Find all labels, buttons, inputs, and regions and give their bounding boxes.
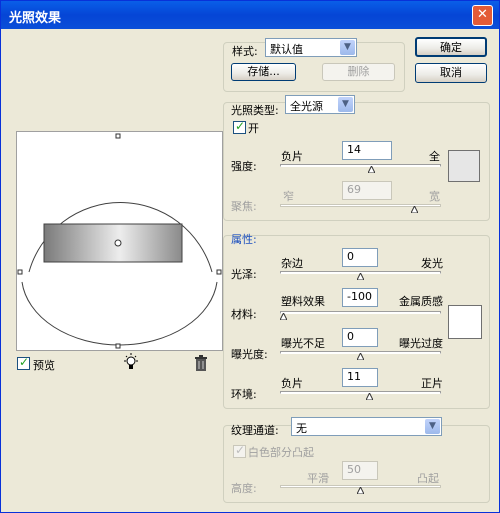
- light-type-value: 全光源: [290, 100, 323, 113]
- texture-channel-value: 无: [296, 422, 307, 435]
- ok-button[interactable]: 确定: [415, 37, 487, 57]
- light-handle-left: [17, 269, 23, 275]
- exposure-label: 曝光度:: [231, 348, 268, 361]
- white-is-high-checkbox[interactable]: [233, 443, 246, 458]
- delete-style-button[interactable]: 删除: [322, 63, 395, 81]
- material-slider-track[interactable]: [280, 311, 441, 314]
- exposure-min-label: 曝光不足: [281, 337, 325, 350]
- material-min-label: 塑料效果: [281, 295, 325, 308]
- light-handle-bottom: [115, 343, 121, 349]
- slider-thumb[interactable]: [410, 206, 418, 213]
- style-label: 样式:: [232, 45, 258, 58]
- image-preview-rect: [43, 223, 183, 263]
- exposure-input[interactable]: 0: [342, 328, 378, 347]
- delete-style-label: 删除: [347, 65, 370, 78]
- material-input[interactable]: -100: [342, 288, 378, 307]
- ambience-input[interactable]: 11: [342, 368, 378, 387]
- height-label: 高度:: [231, 482, 257, 495]
- slider-thumb[interactable]: [357, 353, 364, 360]
- slider-thumb[interactable]: [357, 487, 364, 494]
- gloss-min-label: 杂边: [281, 257, 303, 270]
- slider-thumb[interactable]: [357, 273, 364, 280]
- ok-label: 确定: [440, 41, 462, 54]
- trash-icon[interactable]: [194, 355, 208, 371]
- light-bulb-icon[interactable]: [122, 353, 140, 371]
- preview-checkbox[interactable]: [17, 355, 30, 370]
- texture-channel-dropdown[interactable]: 无 ▼: [291, 417, 442, 436]
- focus-input[interactable]: 69: [342, 181, 392, 200]
- light-type-label: 光照类型:: [231, 104, 279, 117]
- ambience-label: 环境:: [231, 388, 257, 401]
- light-boundary-arc-bottom: [21, 281, 218, 346]
- ambience-color-swatch[interactable]: [448, 305, 482, 339]
- light-handle-right: [216, 269, 222, 275]
- slider-thumb[interactable]: [280, 313, 287, 320]
- preview-label: 预览: [33, 359, 55, 372]
- chevron-down-icon: ▼: [340, 40, 355, 55]
- light-on-label: 开: [248, 122, 259, 135]
- window-title: 光照效果: [9, 11, 62, 26]
- gloss-label: 光泽:: [231, 268, 257, 281]
- light-type-dropdown[interactable]: 全光源 ▼: [285, 95, 355, 114]
- intensity-label: 强度:: [231, 160, 257, 173]
- title-bar[interactable]: 光照效果 ✕: [1, 1, 499, 29]
- light-preview-canvas[interactable]: [17, 132, 222, 350]
- ambience-max-label: 正片: [421, 377, 443, 390]
- exposure-max-label: 曝光过度: [399, 337, 443, 350]
- ambience-slider-track[interactable]: [280, 391, 441, 394]
- chevron-down-icon: ▼: [338, 97, 353, 112]
- properties-title: 属性:: [231, 233, 257, 246]
- gloss-max-label: 发光: [421, 257, 443, 270]
- light-center-handle: [114, 239, 122, 247]
- focus-label: 聚焦:: [231, 200, 257, 213]
- chevron-down-icon: ▼: [425, 419, 440, 434]
- slider-thumb[interactable]: [367, 166, 375, 173]
- gloss-input[interactable]: 0: [342, 248, 378, 267]
- style-value: 默认值: [270, 43, 303, 56]
- preview-area[interactable]: [16, 131, 223, 351]
- save-style-button[interactable]: 存储...: [231, 63, 296, 81]
- height-min-label: 平滑: [307, 472, 329, 485]
- cancel-label: 取消: [440, 66, 462, 79]
- save-style-label: 存储...: [247, 65, 280, 78]
- slider-thumb[interactable]: [366, 393, 374, 400]
- height-input[interactable]: 50: [342, 461, 378, 480]
- material-label: 材料:: [231, 308, 257, 321]
- close-icon: ✕: [477, 7, 488, 22]
- light-on-checkbox[interactable]: [233, 119, 246, 134]
- white-is-high-label: 白色部分凸起: [248, 446, 314, 459]
- focus-max-label: 宽: [429, 190, 440, 203]
- material-max-label: 金属质感: [399, 295, 443, 308]
- focus-min-label: 窄: [283, 190, 294, 203]
- close-button[interactable]: ✕: [472, 5, 493, 26]
- intensity-slider-track[interactable]: [280, 164, 441, 167]
- cancel-button[interactable]: 取消: [415, 63, 487, 83]
- lighting-effects-dialog: 光照效果 ✕ 预览 样式: 默认值 ▼ 存: [0, 0, 500, 513]
- intensity-min-label: 负片: [281, 150, 303, 163]
- light-color-swatch[interactable]: [448, 150, 480, 182]
- style-dropdown[interactable]: 默认值 ▼: [265, 38, 357, 57]
- intensity-input[interactable]: 14: [342, 141, 392, 160]
- light-handle-top: [115, 133, 121, 139]
- texture-channel-label: 纹理通道:: [231, 424, 279, 437]
- ambience-min-label: 负片: [281, 377, 303, 390]
- height-max-label: 凸起: [417, 472, 439, 485]
- intensity-max-label: 全: [429, 150, 440, 163]
